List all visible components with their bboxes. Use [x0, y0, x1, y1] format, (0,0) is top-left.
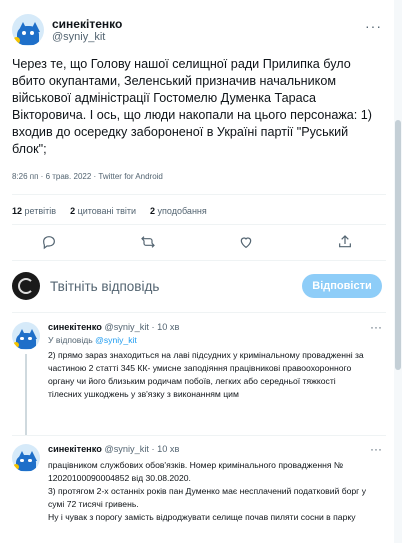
reply-author-avatar[interactable] [12, 444, 40, 472]
reply-header: синекітенко @syniy_kit · 10 хв [48, 444, 179, 454]
divider [12, 435, 386, 436]
thread-line [25, 354, 27, 436]
reply-header: синекітенко @syniy_kit · 10 хв [48, 322, 179, 332]
author-handle[interactable]: @syniy_kit [52, 31, 122, 44]
replying-to-handle[interactable]: @syniy_kit [95, 335, 137, 345]
reply-author-handle[interactable]: @syniy_kit [104, 444, 149, 454]
like-icon[interactable] [232, 228, 260, 256]
divider [12, 260, 386, 261]
tweet-client[interactable]: Twitter for Android [98, 172, 162, 181]
reply-icon[interactable] [35, 228, 63, 256]
scrollbar-thumb[interactable] [395, 120, 401, 370]
reply-input[interactable]: Твітніть відповідь [50, 279, 302, 294]
divider [12, 312, 386, 313]
tweet-timestamp: 8:26 пп · 6 трав. 2022 · Twitter for And… [12, 172, 163, 181]
tweet-detail-page: синекітенко @syniy_kit ··· Через те, що … [0, 0, 394, 543]
retweets-stat[interactable]: 12 ретвітів [12, 206, 56, 216]
reply-tweet[interactable]: синекітенко @syniy_kit · 10 хв ··· праці… [0, 442, 394, 543]
author-name[interactable]: синекітенко [52, 17, 122, 31]
reply-time[interactable]: · 10 хв [152, 322, 180, 332]
reply-text: працівником службових обов'язків. Номер … [48, 460, 366, 522]
reply-text: 2) прямо зараз знаходиться на лаві підсу… [48, 350, 367, 399]
reply-button[interactable]: Відповісти [302, 274, 382, 298]
more-options-icon[interactable]: ··· [365, 18, 382, 34]
likes-stat[interactable]: 2 уподобання [150, 206, 207, 216]
reply-time[interactable]: · 10 хв [152, 444, 180, 454]
quotes-stat[interactable]: 2 цитовані твіти [70, 206, 136, 216]
replying-to: У відповідь @syniy_kit [48, 335, 137, 345]
divider [12, 194, 386, 195]
share-icon[interactable] [331, 228, 359, 256]
retweet-icon[interactable] [134, 228, 162, 256]
tweet-header: синекітенко @syniy_kit [12, 14, 122, 46]
tweet-time[interactable]: 8:26 пп · 6 трав. 2022 · [12, 172, 98, 181]
scrollbar[interactable] [394, 0, 402, 543]
reply-author-avatar[interactable] [12, 322, 40, 350]
tweet-text: Через те, що Голову нашої селищної ради … [12, 57, 376, 156]
more-options-icon[interactable]: ··· [370, 442, 382, 456]
reply-author-handle[interactable]: @syniy_kit [104, 322, 149, 332]
author-avatar[interactable] [12, 14, 44, 46]
reply-composer: Твітніть відповідь Відповісти [12, 270, 382, 302]
tweet-stats: 12 ретвітів 2 цитовані твіти 2 уподобанн… [12, 206, 207, 216]
tweet-actions [0, 225, 394, 259]
current-user-avatar[interactable] [12, 272, 40, 300]
reply-tweet[interactable]: синекітенко @syniy_kit · 10 хв ··· У від… [0, 320, 394, 436]
reply-author-name[interactable]: синекітенко [48, 444, 102, 454]
more-options-icon[interactable]: ··· [370, 320, 382, 334]
reply-author-name[interactable]: синекітенко [48, 322, 102, 332]
